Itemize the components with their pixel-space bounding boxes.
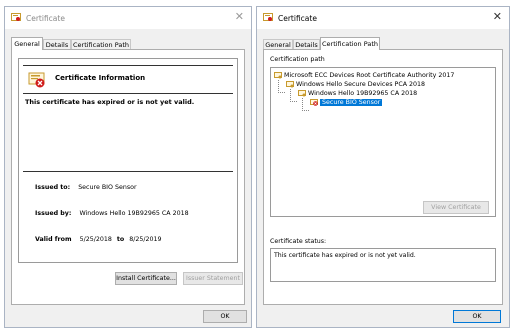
path-label: Certification path — [270, 56, 325, 63]
divider — [23, 65, 233, 66]
path-node-label: Microsoft ECC Devices Root Certificate A… — [284, 72, 455, 79]
expired-message: This certificate has expired or is not y… — [25, 98, 195, 106]
issued-to-row: Issued to: Secure BIO Sensor — [35, 184, 137, 191]
valid-from-value: 5/25/2018 — [79, 236, 112, 243]
certificate-error-icon — [28, 72, 45, 88]
tab-details[interactable]: Details — [43, 39, 71, 49]
ok-button[interactable]: OK — [203, 310, 247, 323]
tab-general[interactable]: General — [11, 37, 43, 50]
certificate-info-box: Certificate Information This certificate… — [18, 58, 238, 263]
divider — [23, 171, 233, 172]
certificate-icon — [11, 13, 21, 21]
path-node-ca[interactable]: Windows Hello 19B92965 CA 2018 — [298, 89, 417, 98]
issuer-statement-button[interactable]: Issuer Statement — [183, 272, 243, 285]
path-node-label: Windows Hello Secure Devices PCA 2018 — [296, 81, 426, 88]
path-node-leaf[interactable]: Secure BIO Sensor — [310, 98, 383, 107]
issued-by-value: Windows Hello 19B92965 CA 2018 — [79, 210, 189, 217]
path-node-label: Windows Hello 19B92965 CA 2018 — [308, 90, 418, 97]
certificate-icon — [263, 13, 273, 21]
valid-to-value: 8/25/2019 — [129, 236, 162, 243]
general-panel: Certificate Information This certificate… — [11, 49, 245, 305]
info-title: Certificate Information — [55, 74, 146, 82]
window-title: Certificate — [26, 14, 65, 23]
issued-to-value: Secure BIO Sensor — [78, 184, 137, 191]
certificate-error-icon — [310, 98, 318, 106]
validity-row: Valid from 5/25/2018 to 8/25/2019 — [35, 236, 162, 243]
install-certificate-button[interactable]: Install Certificate... — [115, 272, 177, 285]
certificate-status-box: This certificate has expired or is not y… — [270, 248, 496, 282]
tab-certification-path[interactable]: Certification Path — [320, 37, 380, 50]
window-title: Certificate — [278, 14, 317, 23]
certification-path-panel: Certification path Microsoft ECC Devices… — [263, 49, 503, 305]
close-icon[interactable]: ✕ — [493, 11, 502, 23]
certificate-dialog-general: Certificate ✕ General Details Certificat… — [4, 6, 252, 328]
issued-by-row: Issued by: Windows Hello 19B92965 CA 201… — [35, 210, 189, 217]
status-label: Certificate status: — [270, 238, 327, 245]
valid-to-label: to — [116, 236, 125, 243]
valid-from-label: Valid from — [35, 236, 72, 243]
issued-by-label: Issued by: — [35, 210, 72, 217]
path-node-root[interactable]: Microsoft ECC Devices Root Certificate A… — [274, 71, 454, 80]
tab-certification-path[interactable]: Certification Path — [71, 39, 131, 49]
status-text: This certificate has expired or is not y… — [274, 252, 416, 259]
certificate-dialog-path: Certificate ✕ General Details Certificat… — [256, 6, 510, 328]
close-icon[interactable]: ✕ — [235, 11, 244, 23]
certification-path-tree: Microsoft ECC Devices Root Certificate A… — [270, 67, 496, 217]
certificate-icon — [286, 80, 294, 87]
tree-connector — [302, 98, 309, 111]
certificate-icon — [274, 71, 282, 78]
path-node-label: Secure BIO Sensor — [320, 99, 383, 106]
view-certificate-button[interactable]: View Certificate — [423, 201, 489, 214]
title-bar: Certificate ✕ — [5, 7, 251, 29]
ok-button[interactable]: OK — [453, 310, 501, 323]
tab-general[interactable]: General — [263, 39, 293, 49]
tree-connector — [278, 80, 285, 93]
divider — [23, 93, 233, 94]
issued-to-label: Issued to: — [35, 184, 71, 191]
tree-connector — [290, 89, 297, 102]
tab-details[interactable]: Details — [293, 39, 320, 49]
path-node-pca[interactable]: Windows Hello Secure Devices PCA 2018 — [286, 80, 425, 89]
title-bar: Certificate ✕ — [257, 7, 509, 29]
certificate-icon — [298, 89, 306, 96]
